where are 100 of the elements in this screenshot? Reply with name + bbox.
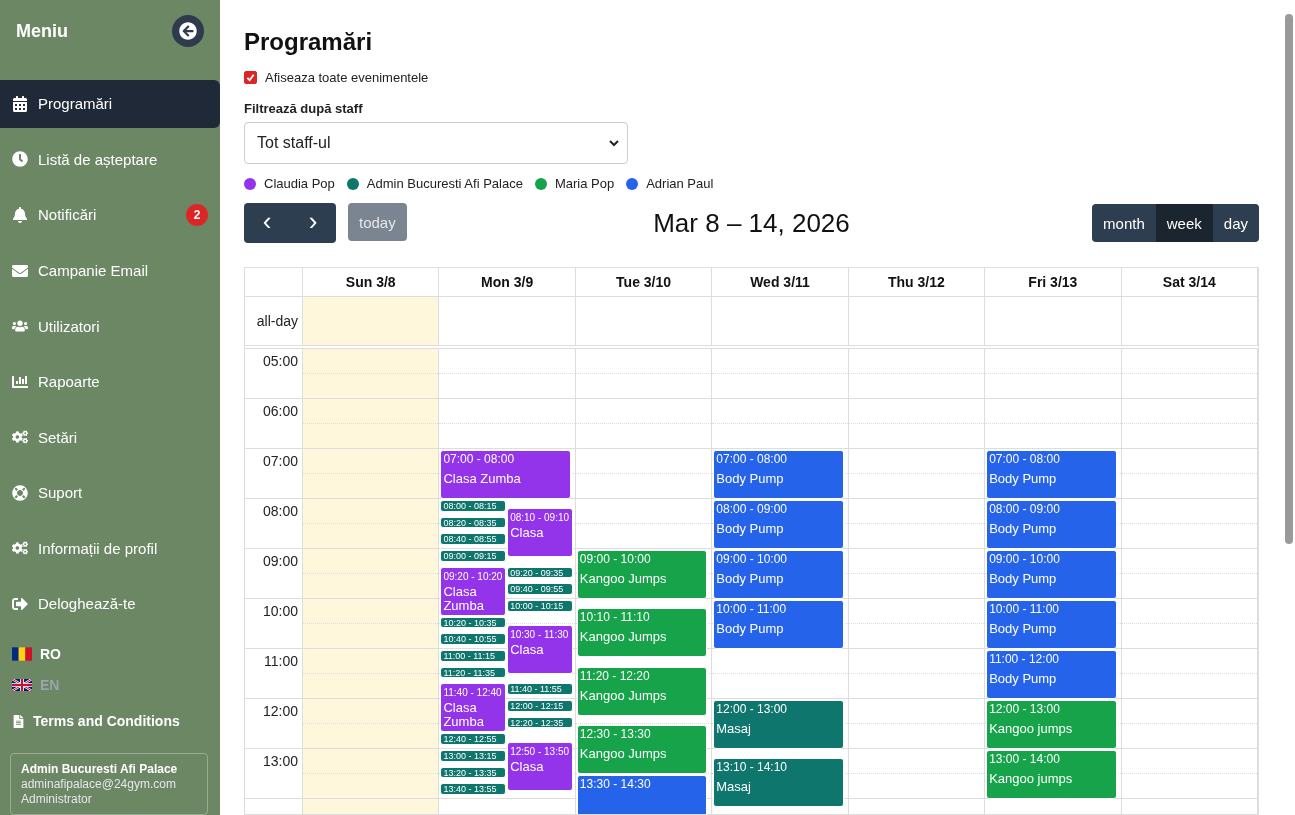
calendar-event[interactable]: 09:40 - 09:55 bbox=[507, 583, 573, 595]
calendar-event[interactable]: 11:20 - 11:35 bbox=[440, 666, 507, 679]
event-time: 09:20 - 09:35 bbox=[510, 568, 565, 578]
nav-item[interactable]: Notificări 2 bbox=[0, 191, 220, 239]
nav-item[interactable]: Informații de profil bbox=[0, 524, 220, 573]
notification-badge: 2 bbox=[186, 203, 208, 226]
calendar-icon bbox=[12, 95, 28, 112]
event-title: Body Pump bbox=[716, 521, 785, 536]
calendar-event[interactable]: 12:50 - 13:50 Clasa bbox=[507, 741, 573, 791]
calendar-event[interactable]: 09:00 - 10:00 Body Pump bbox=[713, 550, 844, 599]
event-time: 13:10 - 14:10 bbox=[716, 760, 788, 776]
next-button[interactable]: › bbox=[290, 203, 336, 243]
calendar-event[interactable]: 12:00 - 12:15 bbox=[507, 700, 573, 712]
calendar-event[interactable]: 11:40 - 12:40 Clasa Zumba bbox=[440, 683, 507, 733]
calendar-event[interactable]: 13:30 - 14:30 bbox=[576, 775, 708, 814]
calendar-event[interactable]: 12:00 - 13:00 Kangoo jumps bbox=[986, 700, 1117, 749]
calendar-event[interactable]: 12:30 - 13:30 Kangoo Jumps bbox=[576, 725, 708, 774]
nav-item[interactable]: Campanie Email bbox=[0, 246, 220, 295]
event-time: 08:00 - 09:00 bbox=[989, 502, 1061, 517]
event-time: 12:40 - 12:55 bbox=[443, 735, 498, 744]
event-time: 12:30 - 13:30 bbox=[579, 727, 652, 742]
day-header: Fri 3/13 bbox=[985, 268, 1122, 297]
event-time: 12:00 - 12:15 bbox=[510, 702, 565, 711]
calendar-event[interactable]: 08:40 - 08:55 bbox=[440, 533, 507, 545]
calendar-event[interactable]: 10:30 - 11:30 Clasa bbox=[507, 625, 573, 674]
calendar-event[interactable]: 09:00 - 09:15 bbox=[440, 550, 507, 562]
calendar-event[interactable]: 12:00 - 13:00 Masaj bbox=[713, 700, 844, 749]
staff-select[interactable]: Tot staff-ul bbox=[244, 122, 628, 164]
calendar-event[interactable]: 08:20 - 08:35 bbox=[440, 516, 507, 529]
terms-link[interactable]: Terms and Conditions bbox=[0, 707, 220, 736]
event-time: 13:30 - 14:30 bbox=[579, 777, 652, 792]
collapse-button[interactable] bbox=[172, 15, 204, 47]
calendar-event[interactable]: 13:10 - 14:10 Masaj bbox=[713, 758, 844, 808]
today-button[interactable]: today bbox=[348, 203, 407, 241]
calendar-event[interactable]: 07:00 - 08:00 Clasa Zumba bbox=[440, 450, 571, 499]
calendar-event[interactable]: 09:00 - 10:00 Kangoo Jumps bbox=[576, 550, 708, 599]
hour-label: 10:00 bbox=[262, 603, 298, 621]
event-title: Clasa bbox=[510, 759, 545, 774]
event-title: Kangoo jumps bbox=[989, 771, 1074, 786]
language-option[interactable]: RO bbox=[0, 639, 220, 668]
event-time: 08:00 - 08:15 bbox=[443, 502, 498, 511]
nav-item[interactable]: Listă de așteptare bbox=[0, 135, 220, 184]
calendar-event[interactable]: 12:40 - 12:55 bbox=[440, 733, 507, 745]
view-tab[interactable]: week bbox=[1155, 204, 1213, 242]
calendar-event[interactable]: 09:20 - 10:20 Clasa Zumba bbox=[440, 566, 507, 616]
calendar-event[interactable]: 10:20 - 10:35 bbox=[440, 616, 507, 629]
hour-label: 06:00 bbox=[262, 403, 298, 421]
event-time: 10:00 - 10:15 bbox=[510, 602, 565, 611]
nav-item[interactable]: Setări bbox=[0, 413, 220, 462]
envelope-icon bbox=[12, 262, 28, 279]
view-tab[interactable]: day bbox=[1212, 204, 1259, 242]
nav-item[interactable]: Rapoarte bbox=[0, 357, 220, 406]
calendar-event[interactable]: 13:40 - 13:55 bbox=[440, 783, 507, 795]
calendar-event[interactable]: 08:00 - 08:15 bbox=[440, 500, 507, 512]
calendar-event[interactable]: 11:20 - 12:20 Kangoo Jumps bbox=[576, 666, 708, 716]
calendar-event[interactable]: 10:00 - 11:00 Body Pump bbox=[713, 600, 844, 649]
event-time: 13:20 - 13:35 bbox=[443, 768, 498, 778]
calendar-event[interactable]: 13:20 - 13:35 bbox=[440, 766, 507, 779]
hour-label: 11:00 bbox=[264, 653, 298, 671]
event-time: 07:00 - 08:00 bbox=[716, 452, 788, 467]
event-title: Body Pump bbox=[716, 621, 785, 636]
calendar-event[interactable]: 10:00 - 10:15 bbox=[507, 600, 573, 612]
nav-item[interactable]: Deloghează-te bbox=[0, 580, 220, 628]
event-time: 08:10 - 09:10 bbox=[510, 511, 570, 526]
event-title: Clasa Zumba bbox=[443, 471, 522, 486]
event-time: 11:40 - 12:40 bbox=[443, 686, 503, 701]
calendar-event[interactable]: 13:00 - 13:15 bbox=[440, 750, 507, 762]
previous-button[interactable]: ‹ bbox=[244, 203, 290, 243]
event-title: Body Pump bbox=[989, 571, 1058, 586]
calendar-event[interactable]: 10:40 - 10:55 bbox=[440, 633, 507, 645]
event-time: 09:20 - 10:20 bbox=[443, 569, 504, 584]
calendar-event[interactable]: 11:00 - 12:00 Body Pump bbox=[986, 650, 1117, 699]
calendar-event[interactable]: 08:00 - 09:00 Body Pump bbox=[986, 500, 1117, 549]
calendar-event[interactable]: 09:20 - 09:35 bbox=[507, 566, 573, 579]
event-time: 12:20 - 12:35 bbox=[510, 718, 565, 728]
page-title: Programări bbox=[244, 28, 374, 56]
view-tab[interactable]: month bbox=[1092, 204, 1156, 242]
bell-icon bbox=[12, 206, 28, 223]
calendar-event[interactable]: 08:10 - 09:10 Clasa bbox=[507, 508, 573, 558]
calendar-event[interactable]: 08:00 - 09:00 Body Pump bbox=[713, 500, 844, 549]
calendar-event[interactable]: 11:00 - 11:15 bbox=[440, 650, 507, 662]
user-role: Administrator bbox=[21, 792, 93, 807]
nav-item[interactable]: Suport bbox=[0, 469, 220, 517]
calendar-event[interactable]: 13:00 - 14:00 Kangoo jumps bbox=[986, 750, 1117, 799]
scrollbar[interactable] bbox=[1285, 14, 1293, 544]
show-all-checkbox[interactable] bbox=[244, 71, 257, 84]
event-title: Kangoo jumps bbox=[989, 721, 1074, 736]
calendar-event[interactable]: 07:00 - 08:00 Body Pump bbox=[986, 450, 1117, 499]
calendar-event[interactable]: 10:10 - 11:10 Kangoo Jumps bbox=[576, 608, 708, 658]
nav-item[interactable]: Programări bbox=[0, 80, 220, 128]
event-time: 11:20 - 12:20 bbox=[579, 668, 651, 684]
calendar-event[interactable]: 10:00 - 11:00 Body Pump bbox=[986, 600, 1117, 649]
users-icon bbox=[12, 318, 28, 335]
event-time: 08:00 - 09:00 bbox=[716, 502, 788, 517]
calendar-event[interactable]: 12:20 - 12:35 bbox=[507, 716, 573, 729]
hour-label: 09:00 bbox=[262, 553, 298, 571]
calendar-event[interactable]: 07:00 - 08:00 Body Pump bbox=[713, 450, 844, 499]
calendar-event[interactable]: 09:00 - 10:00 Body Pump bbox=[986, 550, 1117, 599]
calendar-event[interactable]: 11:40 - 11:55 bbox=[507, 683, 573, 695]
nav-item[interactable]: Utilizatori bbox=[0, 302, 220, 350]
